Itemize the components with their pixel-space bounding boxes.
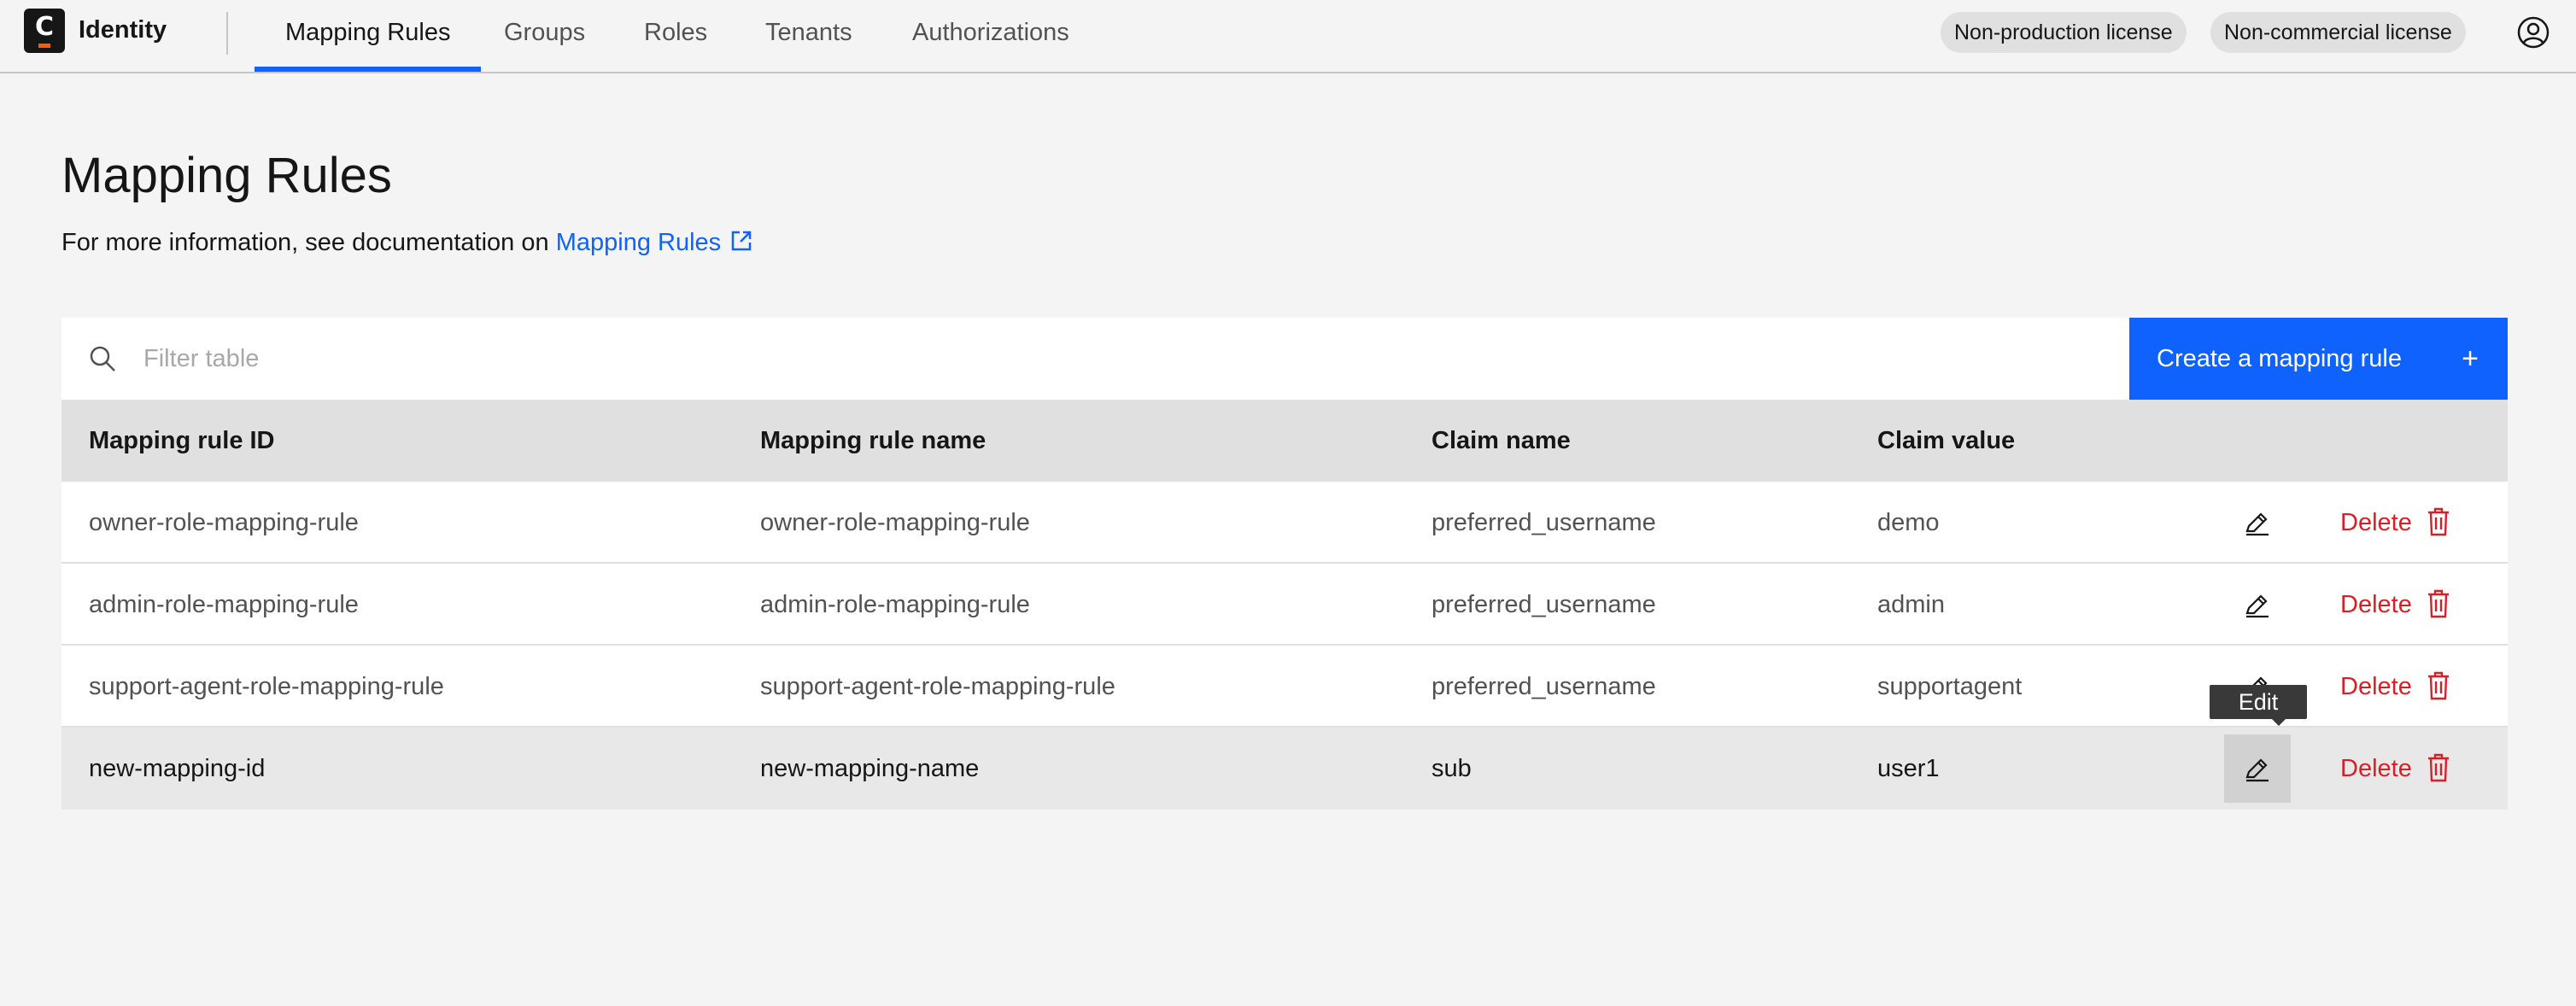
create-mapping-rule-label: Create a mapping rule: [2157, 345, 2402, 372]
column-header-claim-name: Claim name: [1431, 427, 1571, 454]
page-title: Mapping Rules: [61, 148, 392, 203]
trash-icon[interactable]: [2426, 589, 2451, 618]
table-row[interactable]: support-agent-role-mapping-rule support-…: [61, 646, 2508, 728]
table-row[interactable]: owner-role-mapping-rule owner-role-mappi…: [61, 482, 2508, 564]
cell-rule-name: owner-role-mapping-rule: [760, 509, 1030, 536]
cell-rule-id: support-agent-role-mapping-rule: [89, 673, 444, 700]
cell-rule-id: owner-role-mapping-rule: [89, 509, 359, 536]
mapping-rules-table: Mapping rule ID Mapping rule name Claim …: [61, 400, 2508, 810]
edit-tooltip-caret: [2270, 717, 2287, 726]
documentation-link-label[interactable]: Mapping Rules: [556, 229, 721, 256]
header-divider: [226, 12, 228, 55]
cell-claim-name: sub: [1431, 755, 1472, 782]
column-header-id: Mapping rule ID: [89, 427, 275, 454]
cell-rule-name: new-mapping-name: [760, 755, 980, 782]
cell-rule-id: new-mapping-id: [89, 755, 266, 782]
delete-button[interactable]: Delete: [2340, 646, 2412, 728]
edit-button[interactable]: [2224, 734, 2291, 803]
table-row[interactable]: admin-role-mapping-rule admin-role-mappi…: [61, 564, 2508, 646]
create-mapping-rule-button[interactable]: Create a mapping rule +: [2129, 318, 2508, 400]
column-header-name: Mapping rule name: [760, 427, 986, 454]
camunda-logo-icon[interactable]: C: [24, 9, 65, 53]
search-icon: [90, 346, 115, 371]
tab-roles[interactable]: Roles: [613, 0, 738, 72]
delete-button[interactable]: Delete: [2340, 482, 2412, 564]
edit-pencil-icon: [2245, 758, 2269, 782]
tab-tenants[interactable]: Tenants: [735, 0, 883, 72]
cell-claim-name: preferred_username: [1431, 509, 1656, 536]
logo-accent-bar: [38, 44, 50, 48]
user-avatar-icon[interactable]: [2516, 15, 2550, 50]
cell-claim-value: supportagent: [1877, 673, 2023, 700]
info-text: For more information, see documentation …: [61, 229, 753, 257]
plus-icon: +: [2462, 342, 2479, 375]
non-commercial-license-tag: Non-commercial license: [2210, 12, 2466, 53]
edit-pencil-icon: [2245, 594, 2269, 618]
external-link-icon: [731, 231, 752, 251]
cell-rule-name: admin-role-mapping-rule: [760, 591, 1030, 618]
edit-button[interactable]: [2224, 488, 2291, 557]
cell-claim-value: user1: [1877, 755, 1940, 782]
logo-letter: C: [34, 12, 55, 42]
info-prefix: For more information, see documentation …: [61, 229, 549, 256]
app-name[interactable]: Identity: [79, 16, 167, 44]
trash-icon[interactable]: [2426, 507, 2451, 536]
edit-button[interactable]: [2224, 570, 2291, 639]
cell-rule-id: admin-role-mapping-rule: [89, 591, 359, 618]
trash-icon[interactable]: [2426, 671, 2451, 700]
cell-claim-value: demo: [1877, 509, 1940, 536]
delete-button[interactable]: Delete: [2340, 728, 2412, 810]
top-header: C Identity Mapping Rules Groups Roles Te…: [0, 0, 2576, 73]
non-production-license-tag: Non-production license: [1941, 12, 2187, 53]
edit-tooltip: Edit: [2210, 685, 2307, 719]
documentation-link[interactable]: Mapping Rules: [556, 229, 753, 256]
column-header-claim-value: Claim value: [1877, 427, 2016, 454]
table-row[interactable]: new-mapping-id new-mapping-name sub user…: [61, 728, 2508, 810]
tab-mapping-rules[interactable]: Mapping Rules: [255, 0, 482, 72]
cell-claim-value: admin: [1877, 591, 1945, 618]
tab-groups[interactable]: Groups: [473, 0, 616, 72]
trash-icon[interactable]: [2426, 753, 2451, 782]
edit-pencil-icon: [2245, 512, 2269, 536]
tab-authorizations[interactable]: Authorizations: [881, 0, 1100, 72]
cell-claim-name: preferred_username: [1431, 673, 1656, 700]
filter-table-input[interactable]: [143, 336, 1852, 381]
cell-claim-name: preferred_username: [1431, 591, 1656, 618]
cell-rule-name: support-agent-role-mapping-rule: [760, 673, 1115, 700]
delete-button[interactable]: Delete: [2340, 564, 2412, 646]
table-header-row: Mapping rule ID Mapping rule name Claim …: [61, 400, 2508, 482]
